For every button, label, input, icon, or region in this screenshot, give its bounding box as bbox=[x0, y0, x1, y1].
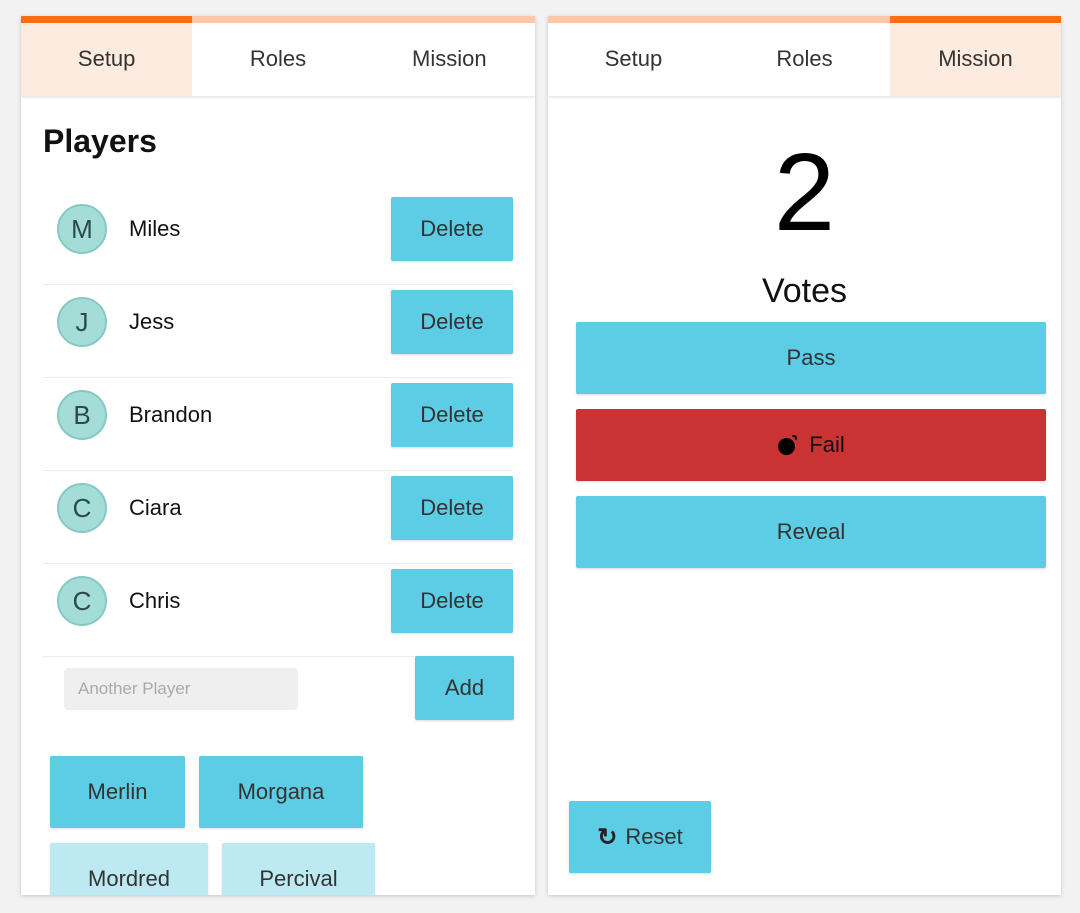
add-player-button[interactable]: Add bbox=[415, 656, 514, 720]
tab-mission[interactable]: Mission bbox=[890, 16, 1061, 96]
vote-count: 2 bbox=[773, 131, 836, 254]
player-row: B Brandon Delete bbox=[43, 378, 513, 471]
role-mordred-button[interactable]: Mordred bbox=[50, 843, 208, 895]
pass-button[interactable]: Pass bbox=[576, 322, 1046, 394]
role-percival-button[interactable]: Percival bbox=[222, 843, 375, 895]
delete-player-button[interactable]: Delete bbox=[391, 290, 513, 354]
player-row: C Chris Delete bbox=[43, 564, 513, 657]
refresh-icon: ↻ bbox=[597, 823, 618, 851]
player-row: C Ciara Delete bbox=[43, 471, 513, 564]
player-name: Miles bbox=[129, 216, 181, 241]
tab-mission[interactable]: Mission bbox=[363, 16, 535, 96]
avatar: M bbox=[57, 204, 107, 254]
player-name: Ciara bbox=[129, 495, 182, 520]
tab-setup[interactable]: Setup bbox=[548, 16, 719, 96]
reset-button[interactable]: ↻ Reset bbox=[569, 801, 711, 873]
reveal-button[interactable]: Reveal bbox=[576, 496, 1046, 568]
bomb-icon bbox=[777, 434, 799, 456]
player-row: J Jess Delete bbox=[43, 285, 513, 378]
avatar: J bbox=[57, 297, 107, 347]
fail-label: Fail bbox=[809, 432, 845, 457]
delete-player-button[interactable]: Delete bbox=[391, 476, 513, 540]
votes-label: Votes bbox=[761, 272, 848, 310]
role-merlin-button[interactable]: Merlin bbox=[50, 756, 185, 828]
delete-player-button[interactable]: Delete bbox=[391, 383, 513, 447]
players-heading: Players bbox=[43, 123, 157, 159]
delete-player-button[interactable]: Delete bbox=[391, 197, 513, 261]
reset-label: Reset bbox=[625, 824, 683, 849]
player-name: Jess bbox=[129, 309, 175, 334]
avatar: C bbox=[57, 576, 107, 626]
tab-roles[interactable]: Roles bbox=[719, 16, 890, 96]
tab-roles[interactable]: Roles bbox=[192, 16, 364, 96]
mission-panel: Setup Roles Mission 2 Votes Pass Fail Re… bbox=[548, 16, 1061, 895]
pass-label: Pass bbox=[786, 345, 836, 370]
setup-panel: Setup Roles Mission Players M Miles Dele… bbox=[21, 16, 535, 895]
player-row: M Miles Delete bbox=[43, 192, 513, 285]
player-name: Brandon bbox=[129, 402, 213, 427]
fail-button[interactable]: Fail bbox=[576, 409, 1046, 481]
tab-bar: Setup Roles Mission bbox=[548, 16, 1061, 96]
avatar: C bbox=[57, 483, 107, 533]
delete-player-button[interactable]: Delete bbox=[391, 569, 513, 633]
tab-bar: Setup Roles Mission bbox=[21, 16, 535, 96]
reveal-label: Reveal bbox=[776, 519, 846, 544]
player-name: Chris bbox=[129, 588, 181, 613]
another-player-input[interactable] bbox=[64, 668, 298, 710]
avatar: B bbox=[57, 390, 107, 440]
role-morgana-button[interactable]: Morgana bbox=[199, 756, 363, 828]
tab-setup[interactable]: Setup bbox=[21, 16, 193, 96]
